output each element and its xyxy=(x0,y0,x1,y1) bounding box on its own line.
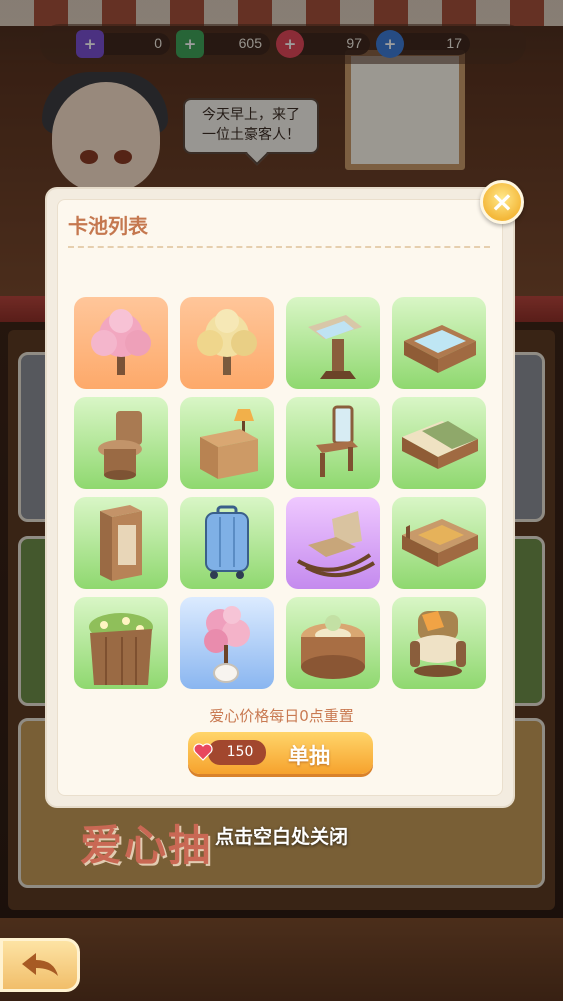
item-pink-cherry-tree[interactable] xyxy=(74,297,168,389)
item-round-table[interactable] xyxy=(286,597,380,689)
rocking-chair-icon xyxy=(296,511,376,578)
flower-planter-icon xyxy=(89,613,153,685)
suitcase-icon xyxy=(205,505,249,579)
cherry-bonsai-icon xyxy=(204,606,250,683)
sink-stand-icon xyxy=(308,315,362,379)
bed-icon xyxy=(402,421,478,469)
item-bed[interactable] xyxy=(392,397,486,489)
item-cherry-bonsai[interactable] xyxy=(180,597,274,689)
bench-bed-icon xyxy=(402,519,478,567)
item-toilet[interactable] xyxy=(74,397,168,489)
golden-tree-icon xyxy=(197,309,257,375)
item-golden-tree[interactable] xyxy=(180,297,274,389)
item-nightstand-lamp[interactable] xyxy=(180,397,274,489)
toilet-icon xyxy=(98,411,142,480)
vanity-icon xyxy=(316,405,358,477)
nightstand-icon xyxy=(200,409,258,479)
draw-cost-badge: 150 xyxy=(208,740,266,765)
bathtub-icon xyxy=(404,325,476,373)
single-draw-label: 单抽 xyxy=(288,744,330,768)
modal-title: 卡池列表 xyxy=(68,214,148,238)
item-wooden-bathtub[interactable] xyxy=(392,297,486,389)
item-vanity-mirror[interactable] xyxy=(286,397,380,489)
round-table-icon xyxy=(301,615,365,679)
title-divider xyxy=(68,246,490,248)
item-suitcase[interactable] xyxy=(180,497,274,589)
item-flower-planter[interactable] xyxy=(74,597,168,689)
back-button[interactable] xyxy=(0,938,80,992)
wardrobe-icon xyxy=(100,505,142,581)
heart-icon xyxy=(193,743,213,761)
tap-to-close-hint: 点击空白处关闭 xyxy=(214,826,348,848)
cherry-tree-icon xyxy=(91,309,151,375)
item-wardrobe[interactable] xyxy=(74,497,168,589)
item-wooden-bench-bed[interactable] xyxy=(392,497,486,589)
item-sink-stand[interactable] xyxy=(286,297,380,389)
armchair-icon xyxy=(410,611,466,677)
close-icon: × xyxy=(490,185,514,218)
item-rocking-chair[interactable] xyxy=(286,497,380,589)
close-button[interactable]: × xyxy=(480,180,524,224)
back-arrow-icon xyxy=(22,953,58,976)
item-armchair[interactable] xyxy=(392,597,486,689)
price-reset-note: 爱心价格每日0点重置 xyxy=(209,707,354,725)
